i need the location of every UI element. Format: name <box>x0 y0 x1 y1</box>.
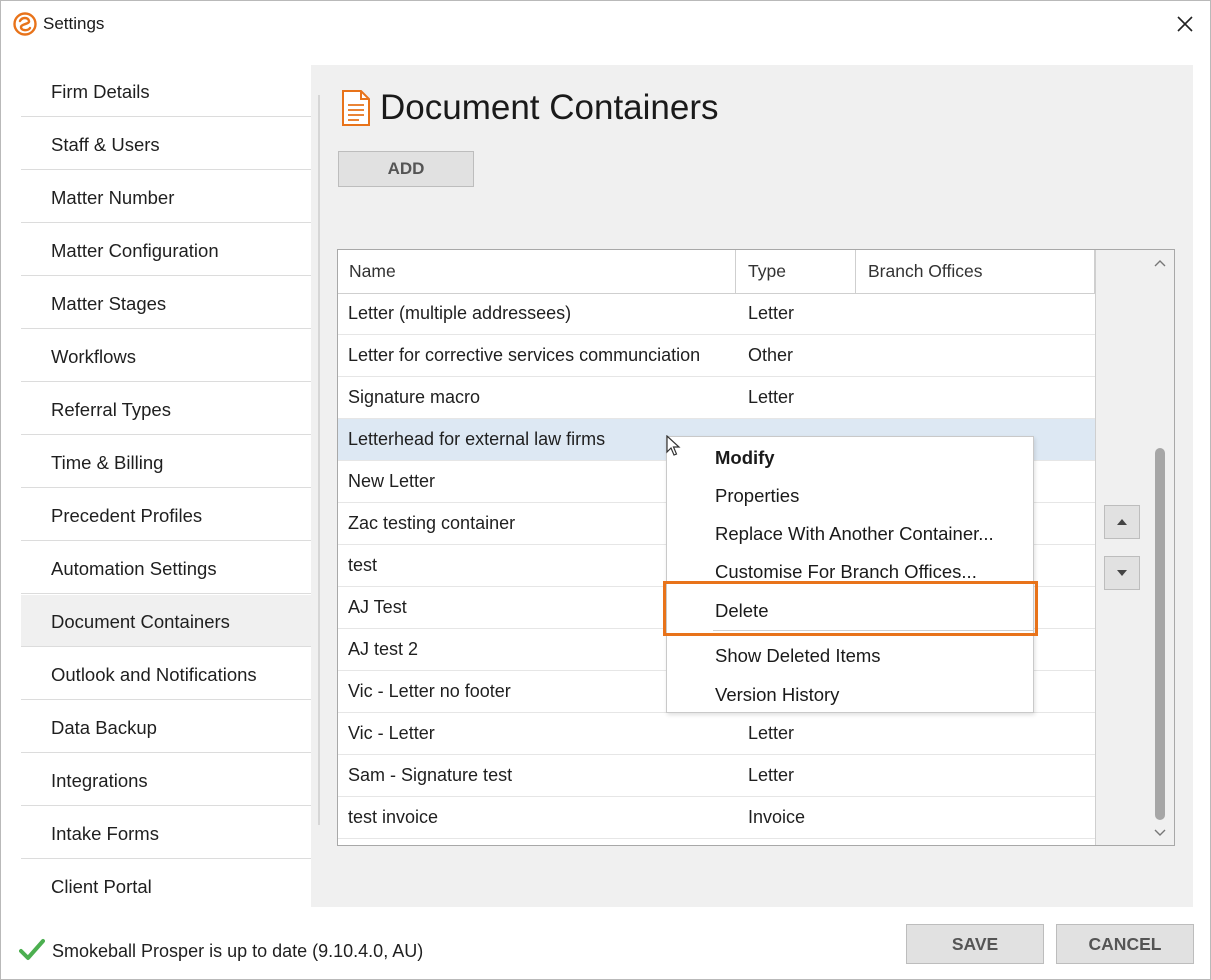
sidebar-item-matter-stages[interactable]: Matter Stages <box>21 277 311 329</box>
triangle-up-icon <box>1117 519 1127 525</box>
sidebar-item-label: Referral Types <box>51 399 171 420</box>
sidebar-item-label: Matter Stages <box>51 293 167 314</box>
move-up-button[interactable] <box>1104 505 1140 539</box>
cell-name: Sam - Signature test <box>348 765 513 785</box>
save-button[interactable]: SAVE <box>906 924 1044 964</box>
sidebar-item-label: Data Backup <box>51 717 157 738</box>
sidebar-item-automation-settings[interactable]: Automation Settings <box>21 542 311 594</box>
scroll-down-arrow-icon[interactable] <box>1152 826 1168 840</box>
add-button[interactable]: ADD <box>338 151 474 187</box>
sidebar-item-precedent-profiles[interactable]: Precedent Profiles <box>21 489 311 541</box>
menu-item-label: Version History <box>715 684 840 705</box>
cell-branch <box>868 755 1088 796</box>
close-icon <box>1177 16 1193 32</box>
menu-item-replace-container[interactable]: Replace With Another Container... <box>667 515 1033 551</box>
table-row[interactable]: Letter (multiple addressees) Letter <box>338 293 1095 335</box>
menu-item-version-history[interactable]: Version History <box>667 676 1033 712</box>
cell-name: test invoice <box>348 807 439 827</box>
menu-item-show-deleted-items[interactable]: Show Deleted Items <box>667 637 1033 673</box>
sidebar-item-label: Integrations <box>51 770 148 791</box>
sidebar-item-label: Outlook and Notifications <box>51 664 257 685</box>
scroll-up-arrow-icon[interactable] <box>1152 256 1168 270</box>
cancel-button[interactable]: CANCEL <box>1056 924 1194 964</box>
triangle-down-icon <box>1117 570 1127 576</box>
table-row[interactable]: Signature macro Letter <box>338 377 1095 419</box>
sidebar-item-integrations[interactable]: Integrations <box>21 754 311 806</box>
sidebar-item-document-containers[interactable]: Document Containers <box>21 595 311 647</box>
table-row[interactable]: Letter for corrective services communcia… <box>338 335 1095 377</box>
menu-item-label: Show Deleted Items <box>715 645 881 666</box>
menu-item-modify[interactable]: Modify <box>667 439 1033 475</box>
cell-name: Vic - Letter <box>348 723 435 743</box>
close-button[interactable] <box>1165 7 1205 41</box>
table-row[interactable]: Sam - Signature test Letter <box>338 755 1095 797</box>
page-title: Document Containers <box>380 88 719 127</box>
cell-type: Letter <box>748 303 795 323</box>
table-row[interactable]: test invoice Invoice <box>338 797 1095 839</box>
table-row[interactable]: Vic - Letter Letter <box>338 713 1095 755</box>
sidebar-item-label: Client Portal <box>51 876 152 897</box>
menu-item-label: Delete <box>715 600 769 621</box>
sidebar-item-label: Document Containers <box>51 611 230 632</box>
cell-type: Other <box>748 345 794 365</box>
cell-branch <box>868 713 1088 754</box>
status-text: Smokeball Prosper is up to date (9.10.4.… <box>52 941 424 961</box>
sidebar-item-label: Firm Details <box>51 81 150 102</box>
cell-name: Signature macro <box>348 387 481 407</box>
grid-header: Name Type Branch Offices <box>338 250 1095 294</box>
scrollbar-thumb[interactable] <box>1155 448 1165 820</box>
sidebar-item-intake-forms[interactable]: Intake Forms <box>21 807 311 859</box>
sidebar-item-staff-users[interactable]: Staff & Users <box>21 118 311 170</box>
sidebar-item-outlook-notifications[interactable]: Outlook and Notifications <box>21 648 311 700</box>
sidebar-item-label: Precedent Profiles <box>51 505 203 526</box>
cell-type: Letter <box>748 387 795 407</box>
menu-item-delete[interactable]: Delete <box>667 592 1033 628</box>
sidebar-item-matter-number[interactable]: Matter Number <box>21 171 311 223</box>
sidebar-item-label: Workflows <box>51 346 136 367</box>
column-header-branch-offices[interactable]: Branch Offices <box>856 250 1095 293</box>
cell-branch <box>868 293 1088 334</box>
document-icon <box>342 90 370 126</box>
checkmark-icon <box>19 939 45 960</box>
settings-sidebar: Firm Details Staff & Users Matter Number… <box>21 65 311 907</box>
menu-item-label: Properties <box>715 485 800 506</box>
sidebar-item-firm-details[interactable]: Firm Details <box>21 65 311 117</box>
sidebar-item-label: Automation Settings <box>51 558 217 579</box>
move-down-button[interactable] <box>1104 556 1140 590</box>
menu-item-properties[interactable]: Properties <box>667 477 1033 513</box>
menu-item-label: Replace With Another Container... <box>715 523 994 544</box>
sidebar-item-label: Intake Forms <box>51 823 159 844</box>
cell-name: Letter for corrective services communcia… <box>348 345 701 365</box>
window-title: Settings <box>43 14 105 33</box>
sidebar-item-label: Staff & Users <box>51 134 160 155</box>
settings-window: Settings Firm Details Staff & Users Matt… <box>0 0 1211 980</box>
context-menu: Modify Properties Replace With Another C… <box>666 436 1034 713</box>
sidebar-item-referral-types[interactable]: Referral Types <box>21 383 311 435</box>
menu-item-customise-branch-offices[interactable]: Customise For Branch Offices... <box>667 553 1033 589</box>
smokeball-logo-icon <box>13 12 37 36</box>
mouse-cursor-icon <box>666 435 681 456</box>
cell-branch <box>868 335 1088 376</box>
cell-branch <box>868 797 1088 838</box>
column-header-name[interactable]: Name <box>338 250 736 293</box>
sidebar-item-label: Time & Billing <box>51 452 164 473</box>
column-header-type[interactable]: Type <box>736 250 856 293</box>
cell-name: Letter (multiple addressees) <box>348 303 572 323</box>
title-bar: Settings <box>1 1 1210 47</box>
sidebar-item-matter-configuration[interactable]: Matter Configuration <box>21 224 311 276</box>
sidebar-item-workflows[interactable]: Workflows <box>21 330 311 382</box>
cell-branch <box>868 377 1088 418</box>
sidebar-item-data-backup[interactable]: Data Backup <box>21 701 311 753</box>
sidebar-item-label: Matter Number <box>51 187 175 208</box>
sidebar-item-client-portal[interactable]: Client Portal <box>21 860 311 907</box>
cell-type: Letter <box>748 723 795 743</box>
menu-item-label: Modify <box>715 447 775 468</box>
cell-type: Letter <box>748 765 795 785</box>
sidebar-item-time-billing[interactable]: Time & Billing <box>21 436 311 488</box>
sidebar-divider <box>318 95 320 825</box>
sidebar-item-label: Matter Configuration <box>51 240 219 261</box>
menu-separator <box>713 630 1033 631</box>
menu-item-label: Customise For Branch Offices... <box>715 561 977 582</box>
cell-type: Invoice <box>748 807 806 827</box>
